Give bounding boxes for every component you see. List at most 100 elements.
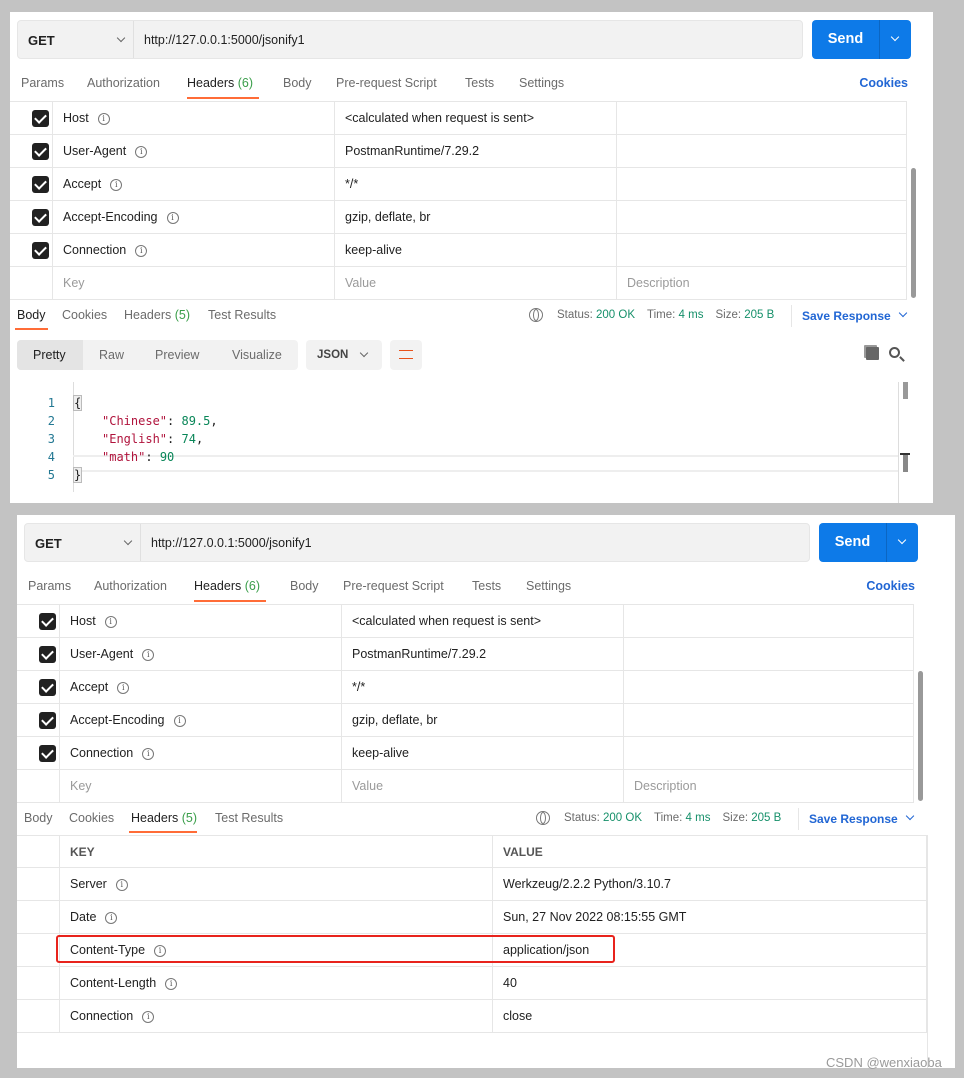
value-placeholder[interactable]: Value: [352, 779, 383, 793]
tab-settings[interactable]: Settings: [526, 579, 571, 593]
header-key[interactable]: Connection i: [70, 746, 155, 760]
url-input[interactable]: http://127.0.0.1:5000/jsonify1: [151, 536, 312, 550]
response-body-editor[interactable]: 1 {2 "Chinese": 89.5, 3 "English": 74, 4 "math…: [10, 382, 898, 503]
request-scrollbar[interactable]: [911, 168, 916, 298]
format-tab-raw[interactable]: Raw: [83, 340, 140, 370]
header-enabled-checkbox[interactable]: [39, 712, 56, 729]
key-placeholder[interactable]: Key: [63, 276, 85, 290]
table-cell: [624, 704, 914, 737]
tab-authorization[interactable]: Authorization: [87, 76, 160, 90]
header-enabled-checkbox[interactable]: [32, 209, 49, 226]
tab-body[interactable]: Body: [290, 579, 319, 593]
time-value: 4 ms: [685, 812, 711, 824]
save-response-chevron-icon[interactable]: [905, 811, 915, 821]
editor-scrollbar[interactable]: [903, 382, 908, 399]
header-value[interactable]: */*: [345, 177, 358, 191]
response-tab-body[interactable]: Body: [17, 308, 46, 322]
save-response-button[interactable]: Save Response: [802, 309, 891, 323]
highlight-box: [56, 935, 615, 963]
save-response-button[interactable]: Save Response: [809, 812, 898, 826]
response-header-value: Werkzeug/2.2.2 Python/3.10.7: [503, 877, 671, 891]
wrap-lines-button[interactable]: [390, 340, 422, 370]
header-enabled-checkbox[interactable]: [39, 745, 56, 762]
table-cell: [60, 835, 493, 868]
table-row: Accept-Encoding i gzip, deflate, br: [17, 704, 914, 737]
tab-pre-request-script[interactable]: Pre-request Script: [336, 76, 437, 90]
table-cell: [335, 168, 617, 201]
response-header-value: close: [503, 1009, 533, 1023]
header-key[interactable]: Connection i: [63, 243, 148, 257]
value-placeholder[interactable]: Value: [345, 276, 376, 290]
method-select[interactable]: GET: [35, 536, 62, 551]
header-value[interactable]: keep-alive: [345, 243, 402, 257]
header-value[interactable]: PostmanRuntime/7.29.2: [345, 144, 479, 158]
url-input[interactable]: http://127.0.0.1:5000/jsonify1: [144, 33, 305, 47]
response-tab-headers[interactable]: Headers (5): [131, 811, 197, 825]
url-bar[interactable]: GET http://127.0.0.1:5000/jsonify1: [17, 20, 803, 59]
request-scrollbar[interactable]: [918, 671, 923, 801]
header-key[interactable]: Host i: [70, 614, 117, 628]
header-key-text: Accept: [63, 177, 102, 191]
header-value[interactable]: gzip, deflate, br: [352, 713, 437, 727]
info-icon: i: [165, 978, 178, 990]
header-key[interactable]: User-Agent i: [63, 144, 148, 158]
header-value[interactable]: <calculated when request is sent>: [352, 614, 541, 628]
send-button[interactable]: Send: [812, 31, 879, 47]
description-placeholder[interactable]: Description: [634, 779, 697, 793]
header-key[interactable]: User-Agent i: [70, 647, 155, 661]
tab-params[interactable]: Params: [28, 579, 71, 593]
tab-headers[interactable]: Headers (6): [187, 76, 253, 90]
copy-icon[interactable]: [866, 347, 879, 360]
header-value[interactable]: PostmanRuntime/7.29.2: [352, 647, 486, 661]
header-enabled-checkbox[interactable]: [39, 679, 56, 696]
tab-settings[interactable]: Settings: [519, 76, 564, 90]
header-value[interactable]: <calculated when request is sent>: [345, 111, 534, 125]
search-icon[interactable]: [889, 347, 905, 362]
tab-tests[interactable]: Tests: [472, 579, 501, 593]
header-value[interactable]: */*: [352, 680, 365, 694]
format-tab-preview[interactable]: Preview: [139, 340, 215, 370]
cookies-link[interactable]: Cookies: [859, 76, 908, 90]
format-tab-visualize[interactable]: Visualize: [216, 340, 298, 370]
method-select[interactable]: GET: [28, 33, 55, 48]
table-cell: [624, 638, 914, 671]
time-label: Time:: [647, 309, 676, 321]
tab-params[interactable]: Params: [21, 76, 64, 90]
tab-pre-request-script[interactable]: Pre-request Script: [343, 579, 444, 593]
format-tab-pretty[interactable]: Pretty: [17, 340, 83, 370]
send-button[interactable]: Send: [819, 534, 886, 550]
tab-body[interactable]: Body: [283, 76, 312, 90]
header-enabled-checkbox[interactable]: [39, 646, 56, 663]
header-enabled-checkbox[interactable]: [32, 242, 49, 259]
header-enabled-checkbox[interactable]: [32, 143, 49, 160]
table-cell: [624, 671, 914, 704]
response-tab-headers[interactable]: Headers (5): [124, 308, 190, 322]
header-enabled-checkbox[interactable]: [32, 110, 49, 127]
response-tab-body[interactable]: Body: [24, 811, 53, 825]
tab-authorization[interactable]: Authorization: [94, 579, 167, 593]
key-placeholder[interactable]: Key: [70, 779, 92, 793]
response-tab-cookies[interactable]: Cookies: [62, 308, 107, 322]
language-select[interactable]: JSON: [306, 340, 382, 370]
cookies-link[interactable]: Cookies: [866, 579, 915, 593]
response-tab-cookies[interactable]: Cookies: [69, 811, 114, 825]
send-options-chevron-icon[interactable]: [890, 32, 900, 42]
header-enabled-checkbox[interactable]: [32, 176, 49, 193]
header-value[interactable]: gzip, deflate, br: [345, 210, 430, 224]
header-key[interactable]: Accept-Encoding i: [70, 713, 186, 727]
table-row: Server i Werkzeug/2.2.2 Python/3.10.7: [17, 868, 927, 901]
header-value[interactable]: keep-alive: [352, 746, 409, 760]
header-key[interactable]: Accept i: [70, 680, 130, 694]
header-key[interactable]: Accept i: [63, 177, 123, 191]
header-enabled-checkbox[interactable]: [39, 613, 56, 630]
tab-tests[interactable]: Tests: [465, 76, 494, 90]
header-key[interactable]: Accept-Encoding i: [63, 210, 179, 224]
send-options-chevron-icon[interactable]: [897, 535, 907, 545]
url-bar[interactable]: GET http://127.0.0.1:5000/jsonify1: [24, 523, 810, 562]
response-tab-test-results[interactable]: Test Results: [215, 811, 283, 825]
description-placeholder[interactable]: Description: [627, 276, 690, 290]
header-key[interactable]: Host i: [63, 111, 110, 125]
save-response-chevron-icon[interactable]: [898, 308, 908, 318]
tab-headers[interactable]: Headers (6): [194, 579, 260, 593]
response-tab-test-results[interactable]: Test Results: [208, 308, 276, 322]
